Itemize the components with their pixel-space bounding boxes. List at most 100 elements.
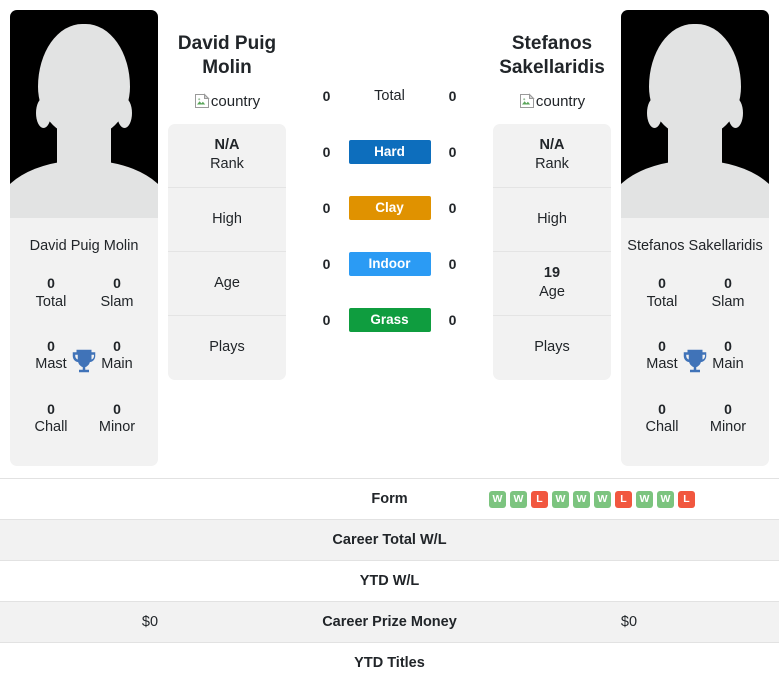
avatar-head-shape — [649, 24, 741, 136]
comparison-stats-table: Form W W L W W W L W W L Career Total W/L YTD W/L $0 C… — [0, 478, 779, 684]
left-cell — [0, 642, 300, 684]
avatar-ear-left-shape — [36, 98, 51, 128]
avatar-head-shape — [38, 24, 130, 136]
right-form-strip: WWLWWWLWWL — [489, 490, 769, 508]
left-cell — [0, 560, 300, 602]
left-titles-chall: 0 Chall — [18, 394, 84, 444]
right-titles-chall-value: 0 — [658, 400, 666, 417]
surface-right-value-indoor: 0 — [448, 256, 457, 272]
surface-row-total: 0 Total 0 — [286, 68, 493, 124]
right-player-country: country — [493, 93, 611, 110]
right-titles-mast: 0 Mast — [629, 331, 695, 381]
left-titles-chall-label: Chall — [34, 419, 68, 436]
form-chip-w[interactable]: W — [552, 490, 569, 508]
right-titles-slam: 0 Slam — [695, 268, 761, 318]
left-titles-mast-value: 0 — [47, 337, 55, 354]
right-cell: WWLWWWLWWL — [479, 478, 779, 520]
form-chip-w[interactable]: W — [489, 490, 506, 508]
right-info-age-value: 19 — [543, 265, 561, 282]
form-chip-w[interactable]: W — [510, 490, 527, 508]
stat-label: Career Prize Money — [300, 601, 479, 643]
right-titles-slam-label: Slam — [711, 293, 745, 310]
left-info-rank-label: Rank — [210, 156, 244, 173]
left-player-card-name: David Puig Molin — [29, 238, 139, 254]
surface-row-clay: 0 Clay 0 — [286, 180, 493, 236]
avatar-body-shape — [10, 160, 158, 218]
surface-left-value-indoor: 0 — [322, 256, 331, 272]
surface-left-value-total: 0 — [322, 88, 331, 104]
left-player-country-alt: country — [210, 92, 261, 110]
right-player-info-column: Stefanos Sakellaridis country N/A Rank H… — [493, 10, 611, 380]
left-player-avatar — [10, 10, 158, 218]
right-info-plays-label: Plays — [534, 339, 570, 356]
surface-right-value-total: 0 — [448, 88, 457, 104]
left-titles-main: 0 Main — [84, 331, 150, 381]
right-titles-slam-value: 0 — [724, 275, 732, 291]
left-info-plays-label: Plays — [209, 339, 245, 356]
right-titles-minor-label: Minor — [709, 419, 747, 436]
stat-label: YTD W/L — [300, 560, 479, 602]
right-player-card-column: Stefanos Sakellaridis 0 Total 0 Slam 0 M… — [611, 10, 779, 466]
avatar-body-shape — [621, 160, 769, 218]
left-player-info-card: N/A Rank High Age Plays — [168, 123, 286, 380]
right-titles-main-label: Main — [712, 356, 744, 373]
surface-left-value-hard: 0 — [322, 144, 331, 160]
player-comparison-page: David Puig Molin 0 Total 0 Slam 0 Mast 0… — [0, 0, 779, 699]
surface-badge-clay: Clay — [348, 196, 431, 220]
form-chip-l[interactable]: L — [531, 490, 548, 508]
left-titles-mast: 0 Mast — [18, 331, 84, 381]
right-player-titles-grid: 0 Total 0 Slam 0 Mast 0 Main 0 Chall 0 M… — [621, 255, 769, 466]
left-titles-total-label: Total — [35, 293, 67, 310]
left-info-age: Age — [168, 252, 286, 316]
left-titles-slam: 0 Slam — [84, 268, 150, 318]
right-titles-main: 0 Main — [695, 331, 761, 381]
table-row: Form W W L W W W L W W L — [0, 478, 779, 520]
surface-left-value-grass: 0 — [322, 312, 331, 328]
surface-badge-total: Total — [374, 88, 405, 104]
form-chip-l[interactable]: L — [615, 490, 632, 508]
stat-label: Career Total W/L — [300, 519, 479, 561]
avatar-ear-right-shape — [728, 98, 743, 128]
right-info-high-label: High — [537, 210, 567, 227]
left-titles-minor: 0 Minor — [84, 394, 150, 444]
left-titles-main-label: Main — [101, 356, 133, 373]
right-cell — [479, 642, 779, 684]
left-titles-main-value: 0 — [113, 337, 121, 354]
left-titles-minor-value: 0 — [113, 400, 121, 417]
avatar-ear-left-shape — [647, 98, 662, 128]
table-row: $0 Career Prize Money $0 — [0, 601, 779, 643]
surface-right-value-hard: 0 — [448, 144, 457, 160]
right-info-rank: N/A Rank — [493, 124, 611, 188]
surface-row-grass: 0 Grass 0 — [286, 292, 493, 348]
form-chip-w[interactable]: W — [636, 490, 653, 508]
right-titles-total: 0 Total — [629, 268, 695, 318]
right-player-card: Stefanos Sakellaridis 0 Total 0 Slam 0 M… — [621, 10, 769, 466]
right-player-name: Stefanos Sakellaridis — [499, 33, 605, 79]
left-titles-chall-value: 0 — [47, 400, 55, 417]
form-chip-w[interactable]: W — [657, 490, 674, 508]
right-info-age: 19 Age — [493, 252, 611, 316]
right-titles-mast-value: 0 — [658, 337, 666, 354]
left-info-rank-value: N/A — [214, 137, 240, 154]
left-player-name: David Puig Molin — [177, 33, 277, 79]
right-titles-total-value: 0 — [658, 275, 666, 291]
form-chip-l[interactable]: L — [678, 490, 695, 508]
form-chip-w[interactable]: W — [594, 490, 611, 508]
right-cell — [479, 560, 779, 602]
broken-image-icon — [519, 92, 535, 109]
right-info-rank-label: Rank — [535, 156, 569, 173]
stat-label: Form — [300, 478, 479, 520]
left-cell — [0, 519, 300, 561]
avatar-ear-right-shape — [117, 98, 132, 128]
form-chip-w[interactable]: W — [573, 490, 590, 508]
left-info-plays: Plays — [168, 316, 286, 380]
left-titles-slam-value: 0 — [113, 275, 121, 291]
left-player-titles-grid: 0 Total 0 Slam 0 Mast 0 Main 0 Chall 0 M… — [10, 255, 158, 466]
right-info-high: High — [493, 188, 611, 252]
right-titles-chall: 0 Chall — [629, 394, 695, 444]
left-info-rank: N/A Rank — [168, 124, 286, 188]
right-titles-minor: 0 Minor — [695, 394, 761, 444]
right-titles-main-value: 0 — [724, 337, 732, 354]
broken-image-icon — [194, 92, 210, 109]
right-cell: $0 — [479, 601, 779, 643]
